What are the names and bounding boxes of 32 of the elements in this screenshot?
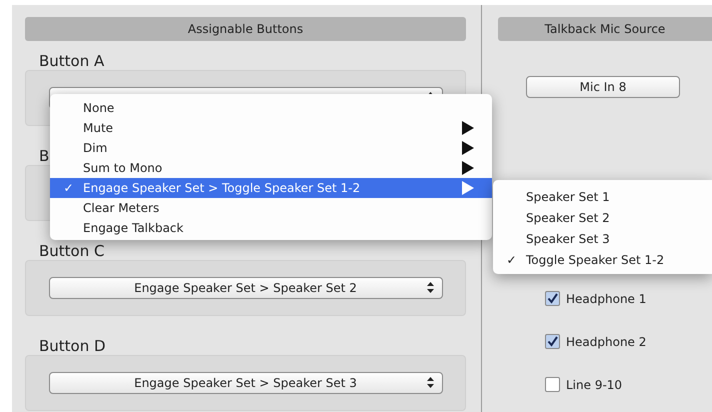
submenu-arrow-icon [462,161,474,175]
menu-item[interactable]: ✓ Engage Speaker Set > Toggle Speaker Set 1-2 [50,178,492,198]
group-label: B [39,147,50,165]
up-down-arrows-icon [426,282,434,293]
menu-item[interactable]: Speaker Set 1 [493,186,712,207]
menu-item[interactable]: None [50,98,492,118]
menu-item[interactable]: ✓ Toggle Speaker Set 1-2 [493,249,712,270]
checkbox[interactable] [545,291,560,306]
checkbox[interactable] [545,334,560,349]
checkbox[interactable] [545,377,560,392]
menu-item[interactable]: Speaker Set 2 [493,207,712,228]
section-header: Assignable Buttons [25,17,466,41]
section-header: Talkback Mic Source [498,17,712,41]
submenu-arrow-icon [462,141,474,155]
checkbox-label: Headphone 2 [566,334,646,348]
submenu-arrow-icon [462,121,474,135]
popup-button[interactable]: Engage Speaker Set > Speaker Set 2 [48,277,442,299]
group-label: Button D [39,337,106,355]
checkbox-label: Line 9-10 [566,378,622,392]
mic-source-button[interactable]: Mic In 8 [526,76,680,98]
submenu-arrow-icon [462,181,474,195]
menu-item[interactable]: Speaker Set 3 [493,228,712,249]
group-label: Button A [39,52,104,70]
group-label: Button C [39,242,104,260]
menu-item[interactable]: Clear Meters [50,198,492,218]
popup-button[interactable]: Engage Speaker Set > Speaker Set 3 [48,372,442,394]
menu-item[interactable]: Dim [50,138,492,158]
up-down-arrows-icon [426,377,434,388]
checkbox-label: Headphone 1 [566,292,646,306]
menu-item[interactable]: Engage Talkback [50,218,492,238]
menu-item[interactable]: Sum to Mono [50,158,492,178]
menu-item[interactable]: Mute [50,118,492,138]
